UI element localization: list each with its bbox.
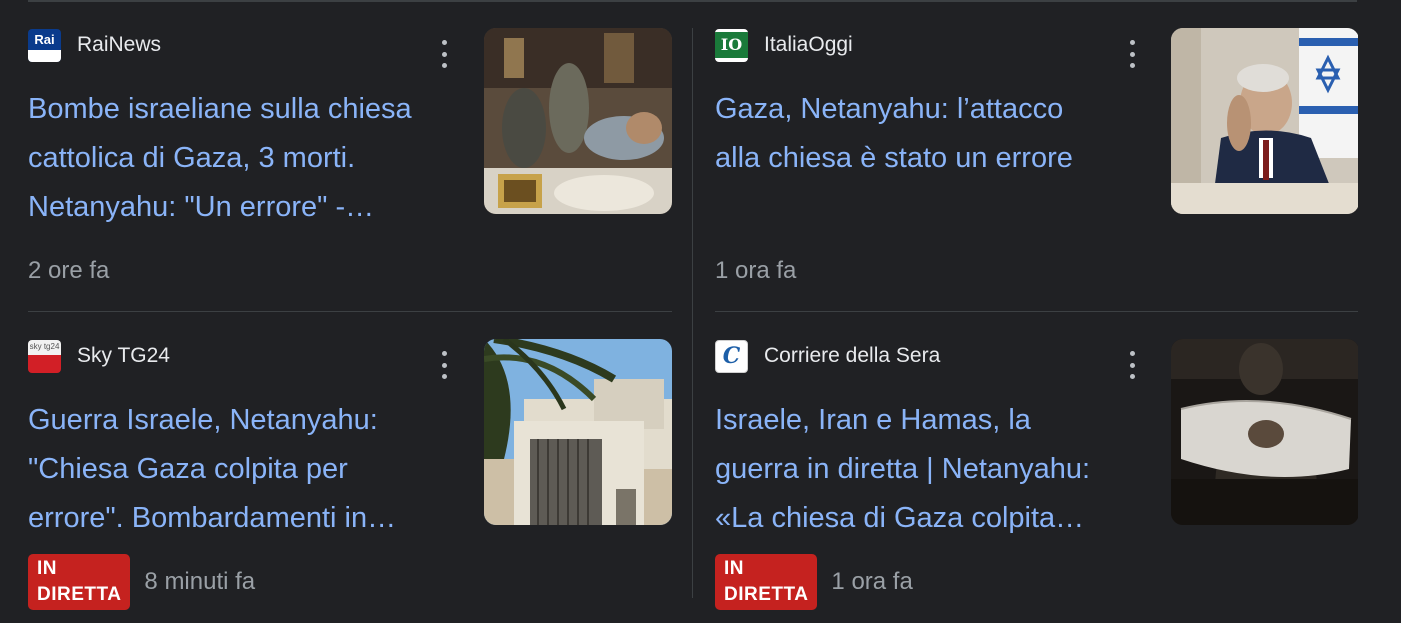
top-divider	[28, 0, 1357, 2]
news-thumbnail[interactable]	[484, 28, 672, 214]
headline-link[interactable]: Gaza, Netanyahu: l’attacco alla chiesa è…	[715, 85, 1155, 183]
corriere-logo: C	[715, 339, 748, 373]
meta-row: 2 ore fa	[28, 256, 109, 286]
source-row: Rai RaiNews	[28, 28, 161, 62]
more-options-button[interactable]	[432, 351, 456, 379]
source-name: Sky TG24	[77, 344, 170, 367]
timestamp: 1 ora fa	[831, 568, 913, 595]
headline-link[interactable]: Guerra Israele, Netanyahu: "Chiesa Gaza …	[28, 396, 468, 543]
news-thumbnail[interactable]	[484, 339, 672, 525]
timestamp: 1 ora fa	[715, 257, 797, 284]
skytg24-logo: sky tg24	[28, 339, 61, 373]
italiaoggi-logo: IO	[715, 28, 748, 62]
more-vert-icon	[1129, 351, 1135, 356]
rainews-logo: Rai	[28, 28, 61, 62]
meta-row: IN DIRETTA 8 minuti fa	[28, 554, 256, 610]
headline-link[interactable]: Israele, Iran e Hamas, la guerra in dire…	[715, 396, 1155, 543]
live-badge: IN DIRETTA	[715, 554, 818, 610]
more-vert-icon	[441, 40, 447, 45]
source-row: IO ItaliaOggi	[715, 28, 853, 62]
row-divider-left	[28, 311, 672, 312]
live-badge: IN DIRETTA	[28, 554, 131, 610]
source-name: Corriere della Sera	[764, 344, 941, 367]
news-thumbnail[interactable]	[1171, 339, 1359, 525]
more-options-button[interactable]	[1120, 40, 1144, 68]
news-thumbnail[interactable]	[1171, 28, 1359, 214]
more-options-button[interactable]	[1120, 351, 1144, 379]
source-row: C Corriere della Sera	[715, 339, 940, 373]
timestamp: 8 minuti fa	[144, 568, 256, 595]
meta-row: 1 ora fa	[715, 256, 796, 286]
source-name: RaiNews	[77, 33, 162, 56]
more-options-button[interactable]	[432, 40, 456, 68]
meta-row: IN DIRETTA 1 ora fa	[715, 554, 913, 610]
source-name: ItaliaOggi	[764, 33, 853, 56]
column-divider	[692, 28, 693, 598]
timestamp: 2 ore fa	[28, 257, 110, 284]
headline-link[interactable]: Bombe israeliane sulla chiesa cattolica …	[28, 85, 468, 232]
source-row: sky tg24 Sky TG24	[28, 339, 170, 373]
row-divider-right	[715, 311, 1358, 312]
more-vert-icon	[441, 351, 447, 356]
more-vert-icon	[1129, 40, 1135, 45]
